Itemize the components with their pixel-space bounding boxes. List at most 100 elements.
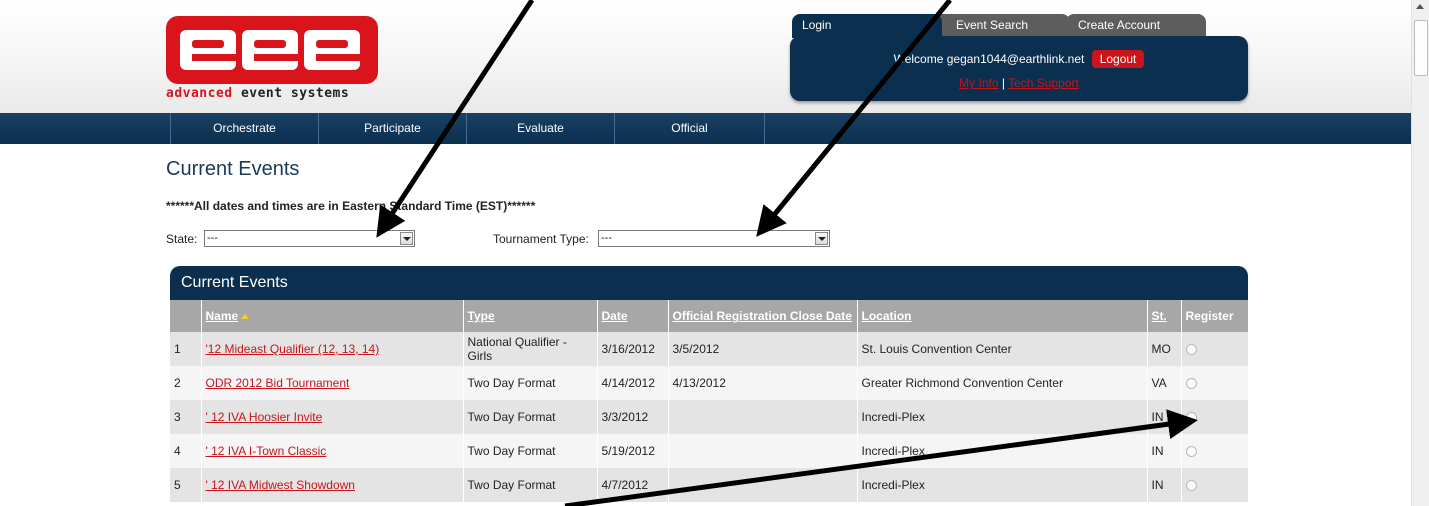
cell-num: 5	[170, 468, 202, 502]
logout-button[interactable]: Logout	[1091, 50, 1145, 68]
logo-tagline: advanced event systems	[166, 86, 349, 101]
logo-letter-e	[242, 30, 298, 70]
register-radio[interactable]	[1185, 480, 1197, 492]
table-row: 2 ODR 2012 Bid Tournament Two Day Format 4/…	[170, 366, 1249, 400]
col-state[interactable]: St.	[1147, 300, 1182, 332]
sort-by-close-date-link[interactable]: Official Registration Close Date	[673, 309, 852, 323]
col-close-date[interactable]: Official Registration Close Date	[668, 300, 858, 332]
account-panel	[790, 36, 1248, 101]
link-separator: |	[1001, 76, 1005, 90]
cell-name: ' 12 IVA Midwest Showdown	[201, 468, 464, 502]
cell-close-date: 4/13/2012	[668, 366, 858, 400]
cell-close-date	[668, 400, 858, 434]
cell-date: 5/19/2012	[597, 434, 669, 468]
tab-create-account[interactable]: Create Account	[1066, 14, 1206, 38]
cell-state: IN	[1147, 434, 1182, 468]
cell-type: Two Day Format	[463, 366, 598, 400]
state-select[interactable]: ---	[204, 230, 415, 247]
nav-official[interactable]: Official	[614, 113, 764, 144]
cell-name: ' 12 IVA Hoosier Invite	[201, 400, 464, 434]
event-name-link[interactable]: ' 12 IVA Midwest Showdown	[206, 478, 355, 492]
cell-location: St. Louis Convention Center	[857, 332, 1148, 366]
page-scrollbar[interactable]	[1411, 0, 1429, 506]
table-row: 4 ' 12 IVA I-Town Classic Two Day Format 5/…	[170, 434, 1249, 468]
nav-orchestrate[interactable]: Orchestrate	[170, 113, 318, 144]
chevron-down-icon[interactable]	[815, 232, 828, 245]
cell-register	[1181, 332, 1249, 366]
event-name-link[interactable]: ODR 2012 Bid Tournament	[206, 376, 350, 390]
sort-ascending-icon	[241, 314, 250, 319]
cell-close-date	[668, 434, 858, 468]
cell-location: Incredi-Plex	[857, 468, 1148, 502]
welcome-message: Welcome gegan1044@earthlink.net Logout	[790, 50, 1248, 68]
tournament-type-select[interactable]: ---	[598, 230, 830, 247]
cell-register	[1181, 400, 1249, 434]
table-row: 5 ' 12 IVA Midwest Showdown Two Day Format…	[170, 468, 1249, 502]
nav-evaluate[interactable]: Evaluate	[466, 113, 614, 144]
tournament-type-select-value: ---	[601, 232, 612, 244]
col-register: Register	[1181, 300, 1249, 332]
cell-date: 3/3/2012	[597, 400, 669, 434]
tech-support-link[interactable]: Tech Support	[1008, 76, 1079, 90]
cell-close-date: 3/5/2012	[668, 332, 858, 366]
scroll-thumb[interactable]	[1414, 20, 1428, 76]
tab-event-search[interactable]: Event Search	[930, 14, 1070, 38]
register-radio[interactable]	[1185, 344, 1197, 356]
cell-state: MO	[1147, 332, 1182, 366]
cell-num: 4	[170, 434, 202, 468]
logo-tagline-red: advanced	[166, 86, 233, 101]
cell-close-date	[668, 468, 858, 502]
cell-name: '12 Mideast Qualifier (12, 13, 14)	[201, 332, 464, 366]
state-select-value: ---	[207, 232, 218, 244]
sort-by-state-link[interactable]: St.	[1152, 309, 1167, 323]
cell-register	[1181, 468, 1249, 502]
cell-num: 2	[170, 366, 202, 400]
cell-location: Incredi-Plex	[857, 400, 1148, 434]
table-header-row: Name Type Date Official Registration Clo…	[170, 300, 1249, 332]
sort-by-name-link[interactable]: Name	[206, 309, 239, 323]
col-name[interactable]: Name	[201, 300, 464, 332]
logo-letter-a	[180, 30, 236, 70]
cell-type: Two Day Format	[463, 468, 598, 502]
register-radio[interactable]	[1185, 412, 1197, 424]
cell-type: Two Day Format	[463, 434, 598, 468]
cell-num: 1	[170, 332, 202, 366]
col-type[interactable]: Type	[463, 300, 598, 332]
aes-logo-mark	[166, 16, 378, 84]
tournament-type-filter-label: Tournament Type:	[493, 232, 589, 246]
table-row: 3 ' 12 IVA Hoosier Invite Two Day Format 3/…	[170, 400, 1249, 434]
cell-type: National Qualifier - Girls	[463, 332, 598, 366]
events-panel-title: Current Events	[170, 266, 1248, 300]
account-links: My Info | Tech Support	[790, 76, 1248, 90]
event-name-link[interactable]: ' 12 IVA Hoosier Invite	[206, 410, 323, 424]
aes-logo[interactable]: advanced event systems	[166, 16, 380, 106]
col-number	[170, 300, 202, 332]
event-name-link[interactable]: ' 12 IVA I-Town Classic	[206, 444, 327, 458]
sort-by-type-link[interactable]: Type	[468, 309, 495, 323]
cell-name: ODR 2012 Bid Tournament	[201, 366, 464, 400]
register-radio[interactable]	[1185, 446, 1197, 458]
scroll-up-icon[interactable]	[1416, 4, 1424, 9]
sort-by-location-link[interactable]: Location	[862, 309, 912, 323]
timezone-note: ******All dates and times are in Eastern…	[166, 199, 536, 213]
chevron-down-icon[interactable]	[400, 232, 413, 245]
table-row: 1 '12 Mideast Qualifier (12, 13, 14) Natio…	[170, 332, 1249, 366]
tab-login[interactable]: Login	[792, 14, 942, 38]
cell-date: 3/16/2012	[597, 332, 669, 366]
cell-state: IN	[1147, 468, 1182, 502]
cell-num: 3	[170, 400, 202, 434]
nav-participate[interactable]: Participate	[318, 113, 466, 144]
register-radio[interactable]	[1185, 378, 1197, 390]
cell-register	[1181, 366, 1249, 400]
cell-type: Two Day Format	[463, 400, 598, 434]
cell-state: VA	[1147, 366, 1182, 400]
my-info-link[interactable]: My Info	[959, 76, 998, 90]
cell-register	[1181, 434, 1249, 468]
sort-by-date-link[interactable]: Date	[602, 309, 628, 323]
state-filter-label: State:	[166, 232, 198, 246]
cell-location: Incredi-Plex	[857, 434, 1148, 468]
event-name-link[interactable]: '12 Mideast Qualifier (12, 13, 14)	[206, 342, 380, 356]
col-location[interactable]: Location	[857, 300, 1148, 332]
col-date[interactable]: Date	[597, 300, 669, 332]
welcome-text: Welcome gegan1044@earthlink.net	[893, 52, 1085, 66]
